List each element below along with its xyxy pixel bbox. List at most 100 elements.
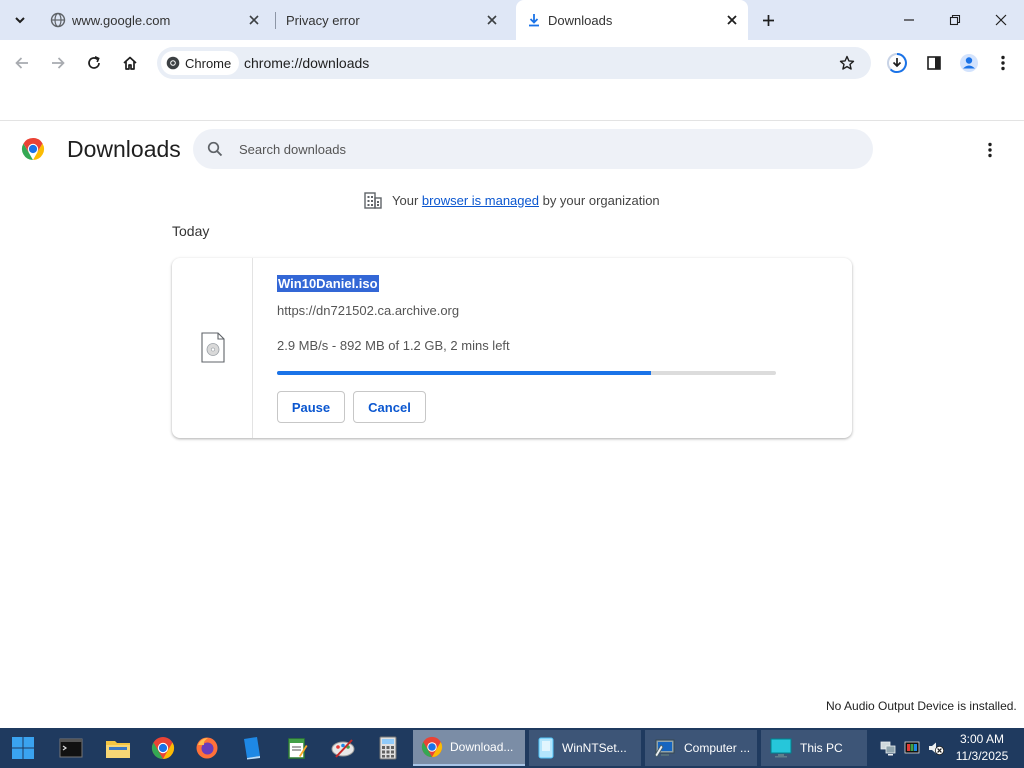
building-icon [364, 192, 382, 209]
paint-taskbar-icon[interactable] [328, 734, 358, 762]
browser-toolbar: Chrome chrome://downloads [0, 40, 1024, 86]
managed-text-after: by your organization [542, 192, 660, 208]
file-explorer-taskbar-icon[interactable] [103, 734, 133, 762]
windows-logo-icon [12, 737, 34, 759]
clock-time: 3:00 AM [959, 732, 1005, 746]
notepad-taskbar-icon[interactable] [282, 734, 312, 762]
forward-button[interactable] [45, 50, 71, 76]
restore-button[interactable] [932, 0, 978, 40]
task-label: Computer ... [684, 741, 751, 755]
chrome-logo-icon [166, 56, 180, 70]
tab-search-button[interactable] [8, 8, 32, 32]
home-icon [123, 56, 137, 70]
plus-icon [762, 14, 774, 26]
download-progress-bar [277, 371, 776, 375]
chrome-taskbar-icon[interactable] [148, 734, 178, 762]
home-button[interactable] [117, 50, 143, 76]
folder-icon [106, 741, 130, 758]
chevron-down-icon [15, 17, 25, 24]
file-name-link[interactable]: Win10Daniel.iso [277, 275, 379, 292]
system-clock[interactable]: 3:00 AM 11/3/2025 [948, 731, 1016, 765]
profile-button[interactable] [956, 50, 982, 76]
tab-google[interactable]: www.google.com [40, 0, 272, 40]
pause-button[interactable]: Pause [277, 391, 345, 423]
volume-muted-icon[interactable] [928, 740, 944, 756]
terminal-taskbar-icon[interactable] [56, 734, 86, 762]
download-item-card: Win10Daniel.iso https://dn721502.ca.arch… [172, 258, 852, 438]
audio-notification-toast: No Audio Output Device is installed. [820, 695, 1023, 717]
search-input[interactable] [239, 138, 839, 160]
site-info-chip[interactable]: Chrome [161, 51, 240, 75]
start-button[interactable] [8, 734, 38, 762]
monitor-icon [770, 738, 792, 758]
forward-arrow-icon [52, 57, 65, 69]
chrome-menu-button[interactable] [990, 50, 1016, 76]
book-app-taskbar-icon[interactable] [237, 734, 267, 762]
terminal-icon [59, 738, 83, 758]
taskbar-task-winntsetup[interactable]: WinNTSet... [529, 730, 641, 766]
cancel-button[interactable]: Cancel [353, 391, 426, 423]
download-icon [529, 14, 539, 27]
header-divider [0, 120, 1024, 121]
firefox-icon [196, 737, 218, 759]
setup-app-icon [538, 737, 554, 759]
downloads-toolbar-button[interactable] [884, 50, 910, 76]
download-status-text: 2.9 MB/s - 892 MB of 1.2 GB, 2 mins left [277, 338, 510, 353]
url-text: chrome://downloads [244, 55, 370, 71]
close-window-button[interactable] [978, 0, 1024, 40]
download-progress-icon [887, 53, 907, 73]
taskbar-task-downloads[interactable]: Download... [413, 730, 525, 766]
profile-avatar-icon [960, 54, 978, 72]
tab-separator [275, 12, 276, 29]
globe-icon [50, 12, 66, 28]
back-arrow-icon [15, 57, 28, 69]
display-settings-icon[interactable] [904, 740, 920, 756]
tab-close-icon[interactable] [484, 12, 500, 28]
taskbar-task-this-pc[interactable]: This PC [761, 730, 867, 766]
tab-privacy-error[interactable]: Privacy error [278, 0, 510, 40]
tab-title: Privacy error [286, 13, 360, 28]
task-label: WinNTSet... [562, 741, 627, 755]
bookmark-star-icon[interactable] [839, 55, 855, 71]
managed-text-before: Your [392, 192, 419, 208]
new-tab-button[interactable] [758, 10, 778, 30]
tab-title: www.google.com [72, 13, 171, 28]
file-icon-column [172, 258, 253, 438]
download-progress-fill [277, 371, 652, 375]
search-downloads-bar[interactable] [193, 129, 873, 169]
managed-notice: Your browser is managed by your organiza… [363, 191, 660, 209]
task-label: Download... [450, 740, 514, 754]
restore-icon [949, 14, 961, 26]
side-panel-button[interactable] [921, 50, 947, 76]
disc-image-file-icon [201, 332, 225, 363]
browser-managed-link[interactable]: browser is managed [422, 193, 539, 208]
computer-management-icon [654, 739, 675, 758]
close-icon [995, 14, 1007, 26]
calculator-taskbar-icon[interactable] [373, 734, 403, 762]
downloads-menu-button[interactable] [982, 140, 998, 160]
reload-button[interactable] [81, 50, 107, 76]
chrome-logo-icon [421, 736, 443, 758]
minimize-icon [904, 19, 914, 21]
address-bar[interactable]: Chrome chrome://downloads [157, 47, 871, 79]
tab-close-icon[interactable] [724, 12, 740, 28]
chrome-logo-icon [21, 138, 45, 160]
kebab-menu-icon [1001, 55, 1005, 71]
taskbar: Download... WinNTSet... Computer ... Thi… [0, 728, 1024, 768]
search-icon [207, 141, 223, 157]
date-header: Today [172, 223, 210, 239]
minimize-button[interactable] [886, 0, 932, 40]
paint-palette-icon [331, 739, 355, 758]
tab-downloads[interactable]: Downloads [516, 0, 748, 40]
clock-date: 11/3/2025 [955, 749, 1009, 763]
firefox-taskbar-icon[interactable] [192, 734, 222, 762]
chrome-logo-icon [151, 737, 175, 759]
back-button[interactable] [9, 50, 35, 76]
file-source-url[interactable]: https://dn721502.ca.archive.org [277, 303, 459, 318]
taskbar-task-computer-management[interactable]: Computer ... [645, 730, 757, 766]
tab-close-icon[interactable] [246, 12, 262, 28]
kebab-menu-icon [988, 142, 992, 158]
notepad-icon [288, 738, 308, 759]
side-panel-icon [927, 56, 941, 70]
network-icon[interactable] [880, 740, 896, 756]
